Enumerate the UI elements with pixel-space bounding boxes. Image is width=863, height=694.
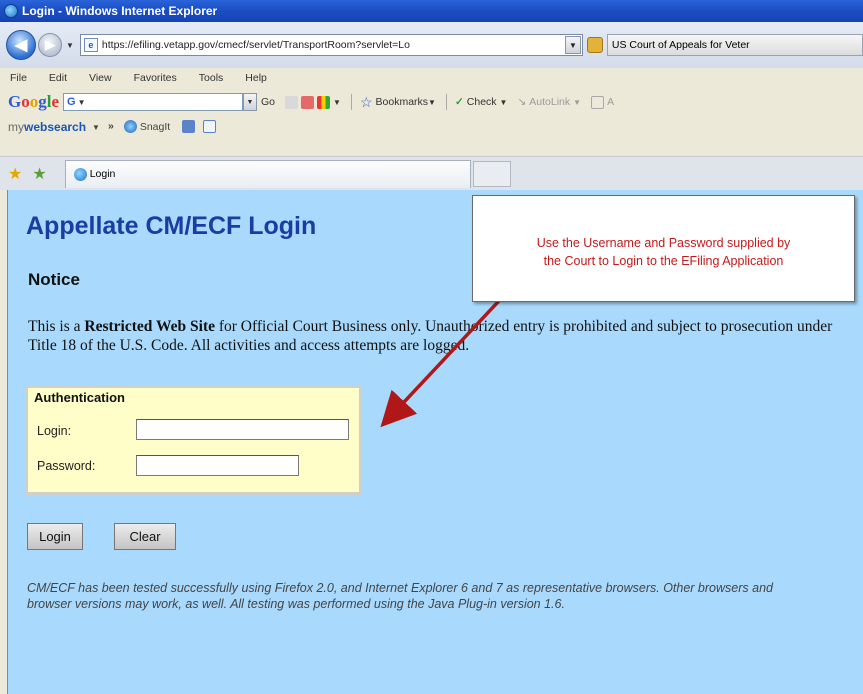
page-content: Appellate CM/ECF Login Notice This is a … (7, 190, 863, 694)
forward-button[interactable]: ▶ (38, 33, 62, 57)
login-label: Login: (37, 424, 72, 438)
popup-blocker-icon (301, 95, 315, 109)
authentication-title: Authentication (34, 390, 125, 405)
page-icon: e (83, 38, 98, 52)
mws-my: my (8, 120, 24, 134)
toolbar-icons-group[interactable]: ▼ (285, 95, 341, 109)
mws-dropdown-icon[interactable]: ▼ (92, 123, 100, 132)
page-title: Appellate CM/ECF Login (26, 212, 317, 240)
password-label: Password: (37, 459, 96, 473)
toolbar-separator (445, 94, 447, 110)
google-logo-letter: e (51, 92, 60, 111)
clear-button[interactable]: Clear (114, 523, 176, 550)
spell-check-button[interactable]: ✓ Check ▼ (455, 96, 508, 108)
google-logo-letter: G (8, 92, 22, 111)
site-identity[interactable]: US Court of Appeals for Veter (606, 34, 863, 56)
menu-edit[interactable]: Edit (49, 72, 67, 84)
window-title: Login - Windows Internet Explorer (22, 4, 218, 18)
notice-text-bold: Restricted Web Site (84, 318, 215, 335)
news-icon (285, 95, 299, 109)
mws-web: web (24, 120, 48, 134)
instruction-callout: Use the Username and Password supplied b… (472, 195, 855, 302)
mywebsearch-toolbar: mywebsearch ▼ » SnagIt (0, 116, 863, 156)
notice-text-start: This is a (28, 318, 85, 335)
tab-row: ★ ★ Login (0, 156, 863, 190)
tab-ie-icon (73, 167, 87, 181)
menu-view[interactable]: View (89, 72, 112, 84)
notice-text: This is a Restricted Web Site for Offici… (28, 317, 848, 355)
google-toolbar: Google G ▼ ▼ Go ▼ ☆ Bookmarks ▼ ✓ Check ▼ ↘… (0, 88, 863, 116)
back-button[interactable]: ◀ (6, 30, 36, 60)
callout-line-2: the Court to Login to the EFiling Applic… (543, 254, 784, 268)
new-tab-button[interactable] (472, 160, 511, 187)
google-apps-icon (317, 95, 331, 109)
snagit-button[interactable]: SnagIt (123, 120, 171, 133)
ie-logo-icon (4, 4, 18, 18)
autofill-label: A (607, 96, 615, 108)
mywebsearch-logo[interactable]: mywebsearch (8, 120, 86, 134)
google-logo-letter: g (38, 92, 47, 111)
menu-file[interactable]: File (10, 72, 27, 84)
window-titlebar: Login - Windows Internet Explorer (0, 0, 863, 22)
lock-icon[interactable] (586, 37, 603, 53)
password-input[interactable] (136, 455, 299, 476)
snagit-capture-icon[interactable] (203, 120, 217, 133)
menu-bar: File Edit View Favorites Tools Help (0, 68, 863, 88)
favorites-center-icon[interactable]: ★ (8, 164, 22, 184)
menu-favorites[interactable]: Favorites (134, 72, 177, 84)
check-label: Check (466, 96, 497, 108)
spellcheck-icon: ✓ (454, 96, 464, 108)
autolink-icon: ↘ (517, 96, 527, 108)
authentication-panel: Authentication Login: Password: (25, 385, 362, 495)
google-search-input[interactable]: G ▼ (63, 93, 244, 111)
autofill-icon (591, 95, 605, 109)
tab-login[interactable]: Login (64, 159, 471, 188)
add-favorites-icon[interactable]: ★ (32, 164, 46, 184)
autofill-button[interactable]: A (591, 95, 615, 109)
menu-help[interactable]: Help (245, 72, 267, 84)
notice-heading: Notice (28, 270, 80, 289)
google-search-value: G (67, 96, 76, 108)
star-outline-icon: ☆ (359, 93, 373, 110)
address-url: https://efiling.vetapp.gov/cmecf/servlet… (101, 39, 410, 51)
autolink-label: AutoLink (529, 96, 571, 108)
google-go-button[interactable]: Go (261, 96, 275, 108)
snagit-window-icon[interactable] (182, 120, 196, 133)
address-bar[interactable]: e https://efiling.vetapp.gov/cmecf/servl… (79, 34, 583, 56)
snagit-icon (123, 120, 137, 133)
google-logo: Google (8, 92, 59, 112)
login-input[interactable] (136, 419, 349, 440)
toolbar-separator (350, 94, 352, 110)
google-search-dropdown-icon[interactable]: ▼ (243, 93, 258, 111)
go-label: Go (261, 96, 276, 108)
snagit-label: SnagIt (139, 120, 171, 133)
recent-pages-dropdown-icon[interactable]: ▼ (66, 41, 74, 50)
menu-tools[interactable]: Tools (199, 72, 224, 84)
address-row: ◀ ▶ ▼ e https://efiling.vetapp.gov/cmecf… (0, 22, 863, 68)
bookmarks-label: Bookmarks (375, 96, 429, 108)
google-logo-letter: o (21, 92, 30, 111)
address-dropdown-icon[interactable]: ▼ (564, 36, 581, 54)
login-button[interactable]: Login (27, 523, 83, 550)
google-logo-letter: o (29, 92, 39, 111)
callout-line-1: Use the Username and Password supplied b… (536, 236, 791, 250)
chevron-more-icon[interactable]: » (108, 120, 114, 132)
tab-label: Login (89, 168, 116, 180)
mws-search: search (47, 120, 87, 134)
bookmarks-button[interactable]: ☆ Bookmarks ▼ (360, 94, 436, 111)
autolink-button[interactable]: ↘ AutoLink ▼ (517, 96, 581, 108)
browser-compatibility-note: CM/ECF has been tested successfully usin… (27, 581, 773, 611)
apps-dropdown-icon: ▼ (333, 97, 341, 107)
